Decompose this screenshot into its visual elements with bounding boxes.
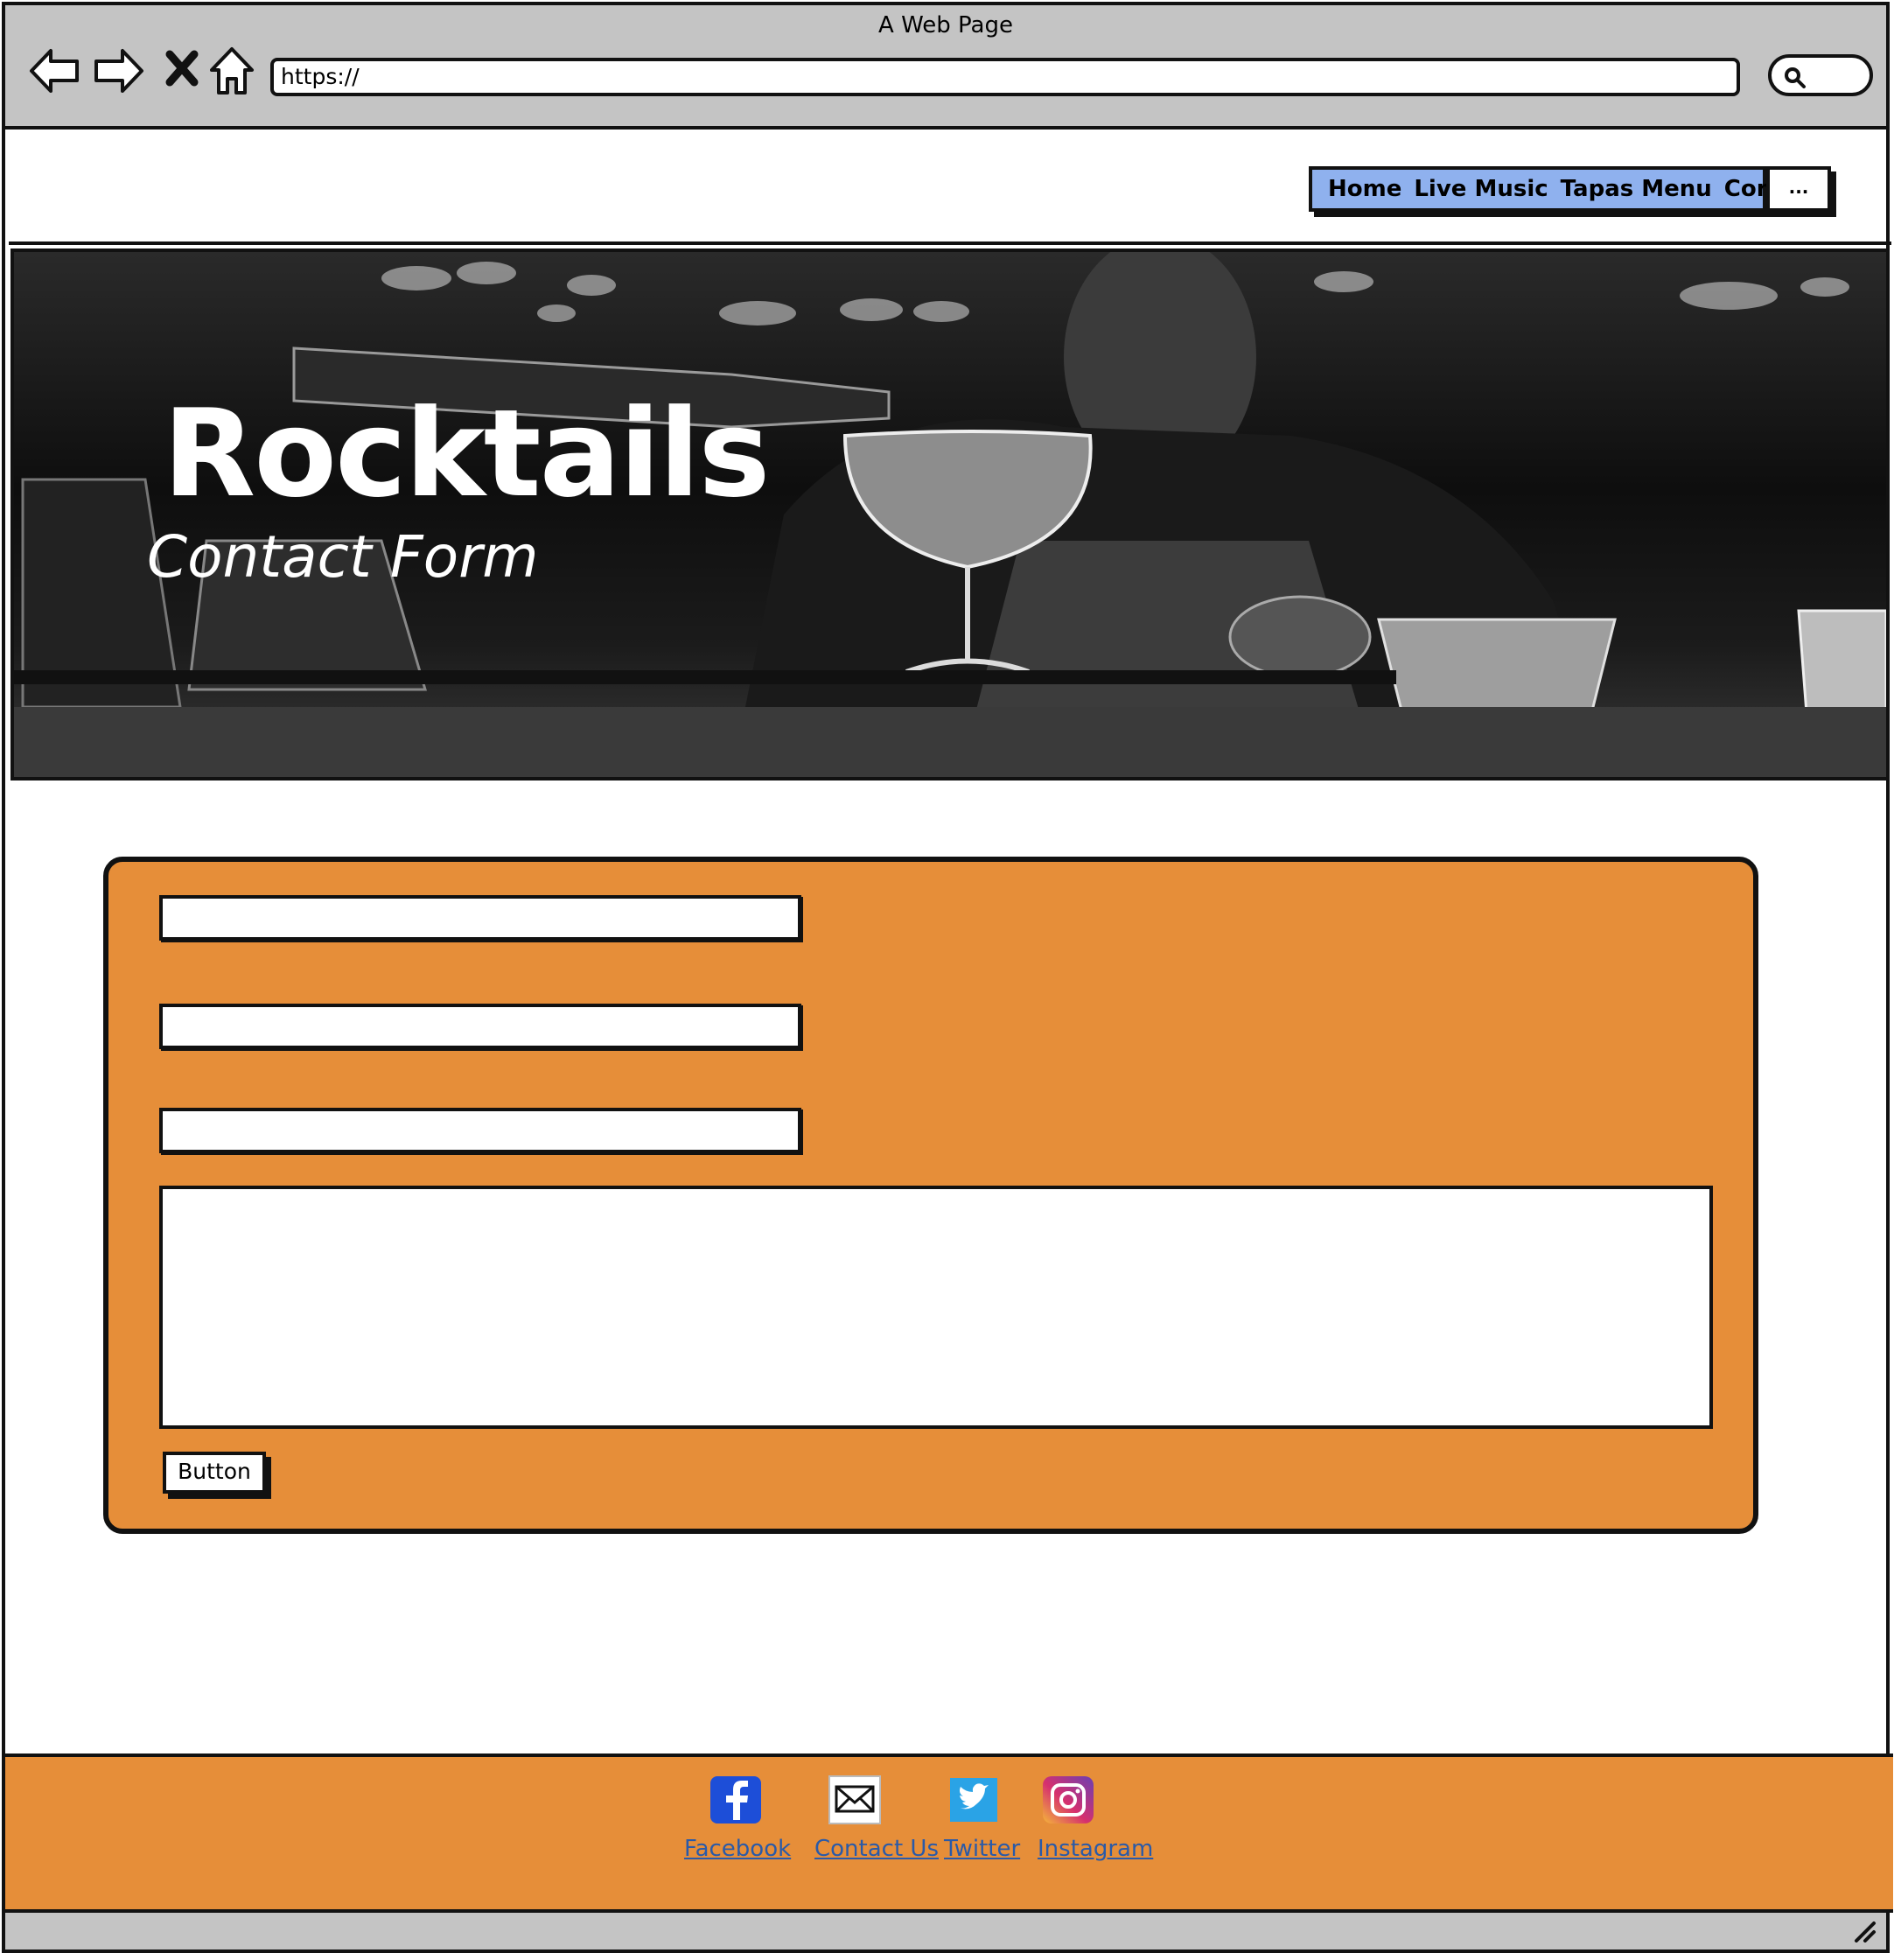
browser-window: A Web Page https:// Home Live Music Tapa… <box>2 2 1893 1953</box>
footer-link-twitter[interactable]: Twitter <box>944 1836 1020 1862</box>
hero-title: Rocktails <box>163 383 770 524</box>
forward-arrow-icon[interactable] <box>91 44 145 98</box>
nav-item-live-music[interactable]: Live Music <box>1414 176 1548 202</box>
facebook-icon[interactable] <box>709 1774 763 1825</box>
nav-item-home[interactable]: Home <box>1328 176 1401 202</box>
instagram-icon[interactable] <box>1041 1774 1095 1825</box>
main-nav: Home Live Music Tapas Menu Contact <box>1309 166 1823 212</box>
window-title: A Web Page <box>878 12 1013 38</box>
email-field[interactable] <box>159 1004 801 1049</box>
page-footer: Facebook Contact Us Twitter Instagram <box>5 1754 1893 1913</box>
hero-banner: Rocktails Contact Form <box>10 248 1890 780</box>
address-bar[interactable]: https:// <box>270 58 1740 96</box>
nav-more-button[interactable]: ... <box>1766 166 1831 212</box>
header-divider <box>9 242 1891 245</box>
footer-link-facebook[interactable]: Facebook <box>684 1836 791 1862</box>
nav-item-tapas-menu[interactable]: Tapas Menu <box>1561 176 1712 202</box>
browser-search-field[interactable] <box>1768 54 1873 96</box>
contact-form: Button <box>103 857 1758 1534</box>
browser-toolbar: A Web Page https:// <box>5 5 1886 130</box>
home-icon[interactable] <box>205 44 259 98</box>
back-arrow-icon[interactable] <box>28 44 82 98</box>
message-textarea[interactable] <box>159 1186 1713 1429</box>
subject-field[interactable] <box>159 1108 801 1153</box>
resize-grip-icon[interactable] <box>1853 1920 1877 1946</box>
hero-subtitle: Contact Form <box>147 523 539 591</box>
status-bar <box>5 1913 1886 1950</box>
submit-button[interactable]: Button <box>163 1452 266 1494</box>
name-field[interactable] <box>159 895 801 941</box>
footer-link-contact-us[interactable]: Contact Us <box>814 1836 939 1862</box>
mail-icon[interactable] <box>828 1774 882 1825</box>
footer-link-instagram[interactable]: Instagram <box>1038 1836 1153 1862</box>
twitter-icon[interactable] <box>947 1774 1001 1825</box>
